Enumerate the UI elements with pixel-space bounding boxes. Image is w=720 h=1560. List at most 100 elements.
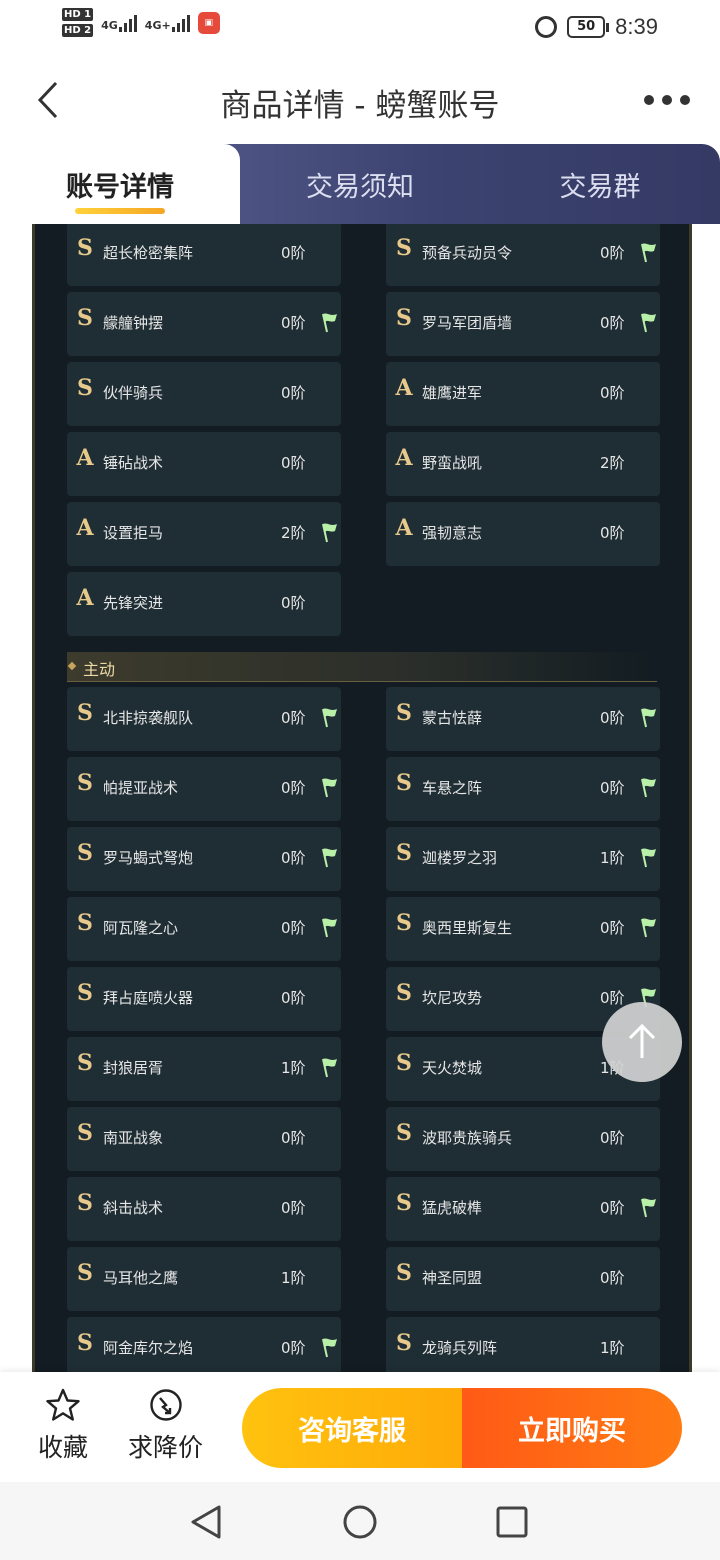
price-drop-button[interactable]: 求降价 [128, 1388, 203, 1464]
skill-card[interactable]: S 神圣同盟 0阶 [386, 1247, 660, 1311]
skill-card[interactable]: S 封狼居胥 1阶 [67, 1037, 341, 1101]
skill-card[interactable]: S 拜占庭喷火器 0阶 [67, 967, 341, 1031]
skill-card[interactable]: S 超长枪密集阵 0阶 [67, 224, 341, 286]
skill-card[interactable]: S 伙伴骑兵 0阶 [67, 362, 341, 426]
tab-label: 账号详情 [66, 171, 174, 203]
skill-level: 0阶 [600, 384, 625, 402]
skill-level: 0阶 [281, 1199, 306, 1217]
favorite-label: 收藏 [38, 1433, 89, 1462]
grade-badge: S [77, 980, 93, 1006]
tab-label: 交易须知 [306, 171, 414, 203]
skill-name: 北非掠袭舰队 [103, 709, 194, 727]
skill-card[interactable]: S 斜击战术 0阶 [67, 1177, 341, 1241]
skill-level: 0阶 [281, 594, 306, 612]
diamond-icon [67, 661, 77, 671]
skill-name: 伙伴骑兵 [103, 384, 164, 402]
skill-level: 0阶 [281, 1339, 306, 1357]
skill-level: 0阶 [281, 709, 306, 727]
flag-icon [641, 778, 656, 798]
system-navigation-bar [0, 1482, 720, 1560]
skill-card[interactable]: S 猛虎破榫 0阶 [386, 1177, 660, 1241]
content-scroll-area[interactable]: 主动 S 超长枪密集阵 0阶 S 预备兵动员令 0阶 S 艨艟钟摆 0阶 S 罗马军团盾墙 0阶 S 伙伴… [0, 224, 720, 1372]
tab-active-indicator [75, 208, 165, 214]
skill-level: 0阶 [600, 779, 625, 797]
network-type-2: 4G+ [144, 18, 171, 32]
skill-name: 波耶贵族骑兵 [422, 1129, 513, 1147]
skill-level: 2阶 [600, 454, 625, 472]
grade-badge: S [396, 235, 412, 261]
flag-icon [322, 523, 337, 543]
skill-card[interactable]: S 蒙古怯薛 0阶 [386, 687, 660, 751]
skill-name: 拜占庭喷火器 [103, 989, 194, 1007]
skill-name: 奥西里斯复生 [422, 919, 513, 937]
skill-level: 0阶 [281, 919, 306, 937]
buy-now-button[interactable]: 立即购买 [462, 1388, 682, 1468]
skill-name: 罗马军团盾墙 [422, 314, 513, 332]
alarm-icon [535, 16, 558, 38]
circle-home-icon [343, 1505, 377, 1539]
more-dot-icon [662, 95, 672, 105]
nav-home-button[interactable] [340, 1502, 380, 1542]
scroll-to-top-button[interactable] [602, 1002, 682, 1082]
skill-card[interactable]: S 马耳他之鹰 1阶 [67, 1247, 341, 1311]
skill-card[interactable]: S 北非掠袭舰队 0阶 [67, 687, 341, 751]
skill-card[interactable]: A 锤砧战术 0阶 [67, 432, 341, 496]
skill-name: 斜击战术 [103, 1199, 164, 1217]
tab-trade-notice[interactable]: 交易须知 [240, 144, 480, 224]
skill-card[interactable]: A 强韧意志 0阶 [386, 502, 660, 566]
skill-level: 0阶 [281, 1129, 306, 1147]
skill-name: 设置拒马 [103, 524, 164, 542]
skill-name: 神圣同盟 [422, 1269, 483, 1287]
flag-icon [641, 918, 656, 938]
skill-level: 0阶 [281, 384, 306, 402]
consult-service-button[interactable]: 咨询客服 [242, 1388, 462, 1468]
grade-badge: S [396, 840, 412, 866]
flag-icon [641, 708, 656, 728]
skill-card[interactable]: S 奥西里斯复生 0阶 [386, 897, 660, 961]
star-icon [46, 1388, 80, 1421]
skill-card[interactable]: S 龙骑兵列阵 1阶 [386, 1317, 660, 1372]
favorite-button[interactable]: 收藏 [38, 1388, 88, 1464]
skill-name: 罗马蝎式弩炮 [103, 849, 194, 867]
nav-recents-button[interactable] [492, 1502, 532, 1542]
skill-card[interactable]: S 波耶贵族骑兵 0阶 [386, 1107, 660, 1171]
skill-card[interactable]: S 阿金库尔之焰 0阶 [67, 1317, 341, 1372]
skill-card[interactable]: S 罗马蝎式弩炮 0阶 [67, 827, 341, 891]
skill-card[interactable]: S 预备兵动员令 0阶 [386, 224, 660, 286]
status-left: HD 1 HD 2 4G 4G+ ▣ [62, 8, 220, 37]
skill-card[interactable]: S 迦楼罗之羽 1阶 [386, 827, 660, 891]
skill-level: 0阶 [600, 314, 625, 332]
grade-badge: S [396, 770, 412, 796]
skill-name: 迦楼罗之羽 [422, 849, 498, 867]
skill-card[interactable]: S 阿瓦隆之心 0阶 [67, 897, 341, 961]
skill-name: 帕提亚战术 [103, 779, 179, 797]
skill-card[interactable]: S 罗马军团盾墙 0阶 [386, 292, 660, 356]
skill-level: 0阶 [281, 314, 306, 332]
tab-account-details[interactable]: 账号详情 [0, 144, 240, 224]
more-options-button[interactable] [644, 88, 690, 112]
skill-card[interactable]: A 野蛮战吼 2阶 [386, 432, 660, 496]
grade-badge: S [396, 910, 412, 936]
skill-name: 预备兵动员令 [422, 244, 513, 262]
grade-badge: A [395, 515, 413, 541]
grade-badge: S [396, 305, 412, 331]
skill-name: 封狼居胥 [103, 1059, 164, 1077]
skill-name: 先锋突进 [103, 594, 164, 612]
skill-name: 车悬之阵 [422, 779, 483, 797]
grade-badge: S [77, 1120, 93, 1146]
skill-card[interactable]: S 南亚战象 0阶 [67, 1107, 341, 1171]
tab-trade-group[interactable]: 交易群 [480, 144, 720, 224]
skill-card[interactable]: S 帕提亚战术 0阶 [67, 757, 341, 821]
flag-icon [641, 313, 656, 333]
skills-panel: 主动 S 超长枪密集阵 0阶 S 预备兵动员令 0阶 S 艨艟钟摆 0阶 S 罗马军团盾墙 0阶 S 伙伴… [32, 224, 692, 1372]
skill-card[interactable]: S 艨艟钟摆 0阶 [67, 292, 341, 356]
flag-icon [322, 1338, 337, 1358]
grade-badge: S [396, 980, 412, 1006]
skill-card[interactable]: A 设置拒马 2阶 [67, 502, 341, 566]
tab-bar: 账号详情 交易须知 交易群 [0, 144, 720, 224]
nav-back-button[interactable] [186, 1502, 226, 1542]
skill-card[interactable]: S 车悬之阵 0阶 [386, 757, 660, 821]
skill-card[interactable]: A 先锋突进 0阶 [67, 572, 341, 636]
status-bar: HD 1 HD 2 4G 4G+ ▣ 50 8:39 [0, 0, 720, 58]
skill-card[interactable]: A 雄鹰进军 0阶 [386, 362, 660, 426]
